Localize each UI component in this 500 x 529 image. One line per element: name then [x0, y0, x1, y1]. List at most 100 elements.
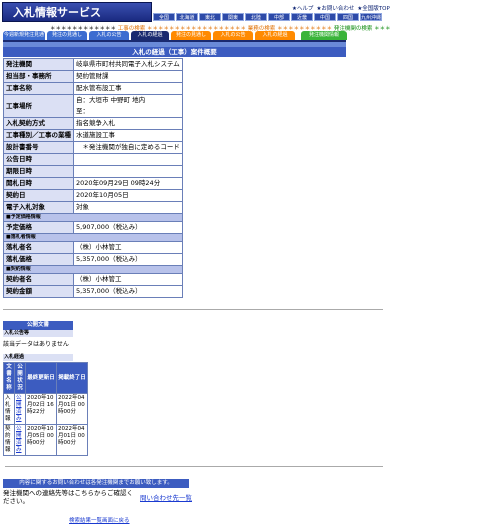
region-hokkaido[interactable]: 北海道	[176, 13, 198, 21]
field-label: 担当部・事務所	[3, 70, 74, 83]
contact-note: 発注機関への連絡先等はこちらからご確認ください。	[3, 489, 133, 505]
column-header: 文書名称	[3, 362, 15, 394]
region-shikoku[interactable]: 四国	[337, 13, 359, 21]
table-row: 発注機関 岐阜県市町村共同電子入札システム	[3, 58, 183, 71]
doc-status-text[interactable]: 公開済み	[16, 395, 22, 422]
region-kinki[interactable]: 近畿	[291, 13, 313, 21]
tab-services-notice[interactable]: 入札の公告	[213, 31, 253, 40]
back-to-results-link[interactable]: 検索結果一覧画面に戻る	[69, 516, 130, 524]
field-label: 工事場所	[3, 94, 74, 118]
field-value	[73, 153, 183, 166]
field-value: 対象	[73, 201, 183, 214]
table-row: 期限日時	[3, 165, 183, 178]
contact-heading: 内容に関するお問い合わせは各発注機関までお願い致します。	[3, 479, 189, 488]
public-docs-heading: 公開文書	[3, 321, 73, 330]
section-label: ■契約情報	[3, 265, 183, 274]
tab-construction-outlook[interactable]: 発注の見通し	[47, 31, 87, 40]
column-header: 掲載終了日	[56, 362, 88, 394]
field-value: 5,357,000（税込み）	[73, 253, 183, 266]
column-header: 最終更新日	[25, 362, 57, 394]
region-chugoku[interactable]: 中国	[314, 13, 336, 21]
section-label: ■予定価格情報	[3, 213, 183, 222]
field-label: 契約者名	[3, 273, 74, 286]
region-hokuriku[interactable]: 北陸	[245, 13, 267, 21]
table-row: 契約金額 5,357,000（税込み）	[3, 285, 183, 298]
field-label: 落札価格	[3, 253, 74, 266]
doc-status-link[interactable]: 公開済み	[14, 393, 26, 425]
table-row: 開札日時 2020年09月29日 09時24分	[3, 177, 183, 190]
region-kanto[interactable]: 関東	[222, 13, 244, 21]
field-label: 設計書番号	[3, 141, 74, 154]
table-row: 担当部・事務所 契約管財課	[3, 70, 183, 83]
field-value: 自：大垣市 中野町 地内 至：	[73, 94, 183, 118]
details-table: 発注機関 岐阜県市町村共同電子入札システム 担当部・事務所 契約管財課 工事名称 配水…	[3, 58, 183, 298]
field-value: 指名競争入札	[73, 117, 183, 130]
tab-services-outlook[interactable]: 発注の見通し	[171, 31, 211, 40]
field-label: 期限日時	[3, 165, 74, 178]
field-label: 契約金額	[3, 285, 74, 298]
stars-deco: ＊＊＊	[374, 26, 391, 32]
doc-updated: 2020年10月05日 00時00分	[25, 424, 57, 456]
tab-agency-info[interactable]: 発注機関情報	[301, 31, 347, 40]
field-label: 公告日時	[3, 153, 74, 166]
result-label: 入札経過	[3, 354, 73, 361]
page-title: 入札の経過（工事）案件概要	[3, 47, 346, 57]
field-value: 水道施設工事	[73, 129, 183, 142]
table-row: 公告日時	[3, 153, 183, 166]
region-chubu[interactable]: 中部	[268, 13, 290, 21]
place-to: 至：	[76, 107, 89, 115]
doc-status-link[interactable]: 公開済み	[14, 424, 26, 456]
doc-end: 2022年04月01日 00時00分	[56, 424, 88, 456]
field-value: 岐阜県市町村共同電子入札システム	[73, 58, 183, 71]
table-row: 入札契約方式 指名競争入札	[3, 117, 183, 130]
field-label: 発注機関	[3, 58, 74, 71]
table-row: 契約者名 （株）小林管工	[3, 273, 183, 286]
tab-services-result[interactable]: 入札の経過	[255, 31, 295, 40]
field-label: 工事名称	[3, 82, 74, 95]
table-row: 予定価格 5,907,000（税込み）	[3, 221, 183, 234]
table-row: 設計書番号 ＊発注機関が独自に定めるコード	[3, 141, 183, 154]
field-label: 契約日	[3, 189, 74, 202]
divider	[3, 309, 383, 310]
table-header-row: 文書名称 公開状況 最終更新日 掲載終了日	[3, 362, 88, 394]
tab-weekly-new[interactable]: 今週新規発注見通し	[3, 31, 45, 47]
help-link[interactable]: ★ヘルプ	[292, 4, 313, 12]
divider	[5, 466, 383, 467]
field-label: 落札者名	[3, 241, 74, 254]
table-row: 落札者名 （株）小林管工	[3, 241, 183, 254]
field-value	[73, 165, 183, 178]
doc-status-text[interactable]: 公開済み	[16, 426, 22, 453]
tab-construction-result[interactable]: 入札の経過	[131, 31, 169, 40]
tab-bar: 今週新規発注見通し 発注の見通し 入札の公告 入札の経過 発注の見通し 入札の公…	[3, 31, 347, 47]
doc-end: 2022年04月01日 00時00分	[56, 393, 88, 425]
field-label: 工事種別／工事の業種	[3, 129, 74, 142]
inquiry-link[interactable]: ★お問い合わせ	[316, 4, 354, 12]
field-value: （株）小林管工	[73, 241, 183, 254]
column-header: 公開状況	[14, 362, 26, 394]
field-value: 2020年10月05日	[73, 189, 183, 202]
region-nav: 全国 北海道 東北 関東 北陸 中部 近畿 中国 四国 九州沖縄	[153, 13, 382, 21]
table-row: 契約日 2020年10月05日	[3, 189, 183, 202]
region-tohoku[interactable]: 東北	[199, 13, 221, 21]
field-value: ＊発注機関が独自に定めるコード	[73, 141, 183, 154]
national-top-link[interactable]: ★全国版TOP	[357, 4, 389, 12]
section-header: ■契約情報	[3, 265, 183, 274]
announcement-label: 入札公告等	[3, 330, 73, 337]
region-kyushu[interactable]: 九州沖縄	[360, 13, 382, 21]
contact-list-link[interactable]: 問い合わせ先一覧	[140, 492, 192, 502]
place-from: 自：大垣市 中野町 地内	[76, 96, 146, 104]
section-label: ■落札者情報	[3, 233, 183, 242]
table-row: 工事名称 配水管布設工事	[3, 82, 183, 95]
section-header: ■落札者情報	[3, 233, 183, 242]
tab-construction-notice[interactable]: 入札の公告	[89, 31, 129, 40]
region-zenkoku[interactable]: 全国	[153, 13, 175, 21]
site-logo[interactable]: 入札情報サービス	[2, 2, 152, 22]
doc-name: 契約情報	[3, 424, 15, 456]
section-header: ■予定価格情報	[3, 213, 183, 222]
field-value: 5,907,000（税込み）	[73, 221, 183, 234]
field-value: 2020年09月29日 09時24分	[73, 177, 183, 190]
table-row: 契約情報 公開済み 2020年10月05日 00時00分 2022年04月01日…	[3, 424, 88, 456]
table-row: 入札情報 公開済み 2020年10月02日 16時22分 2022年04月01日…	[3, 393, 88, 425]
field-label: 入札契約方式	[3, 117, 74, 130]
table-row: 落札価格 5,357,000（税込み）	[3, 253, 183, 266]
